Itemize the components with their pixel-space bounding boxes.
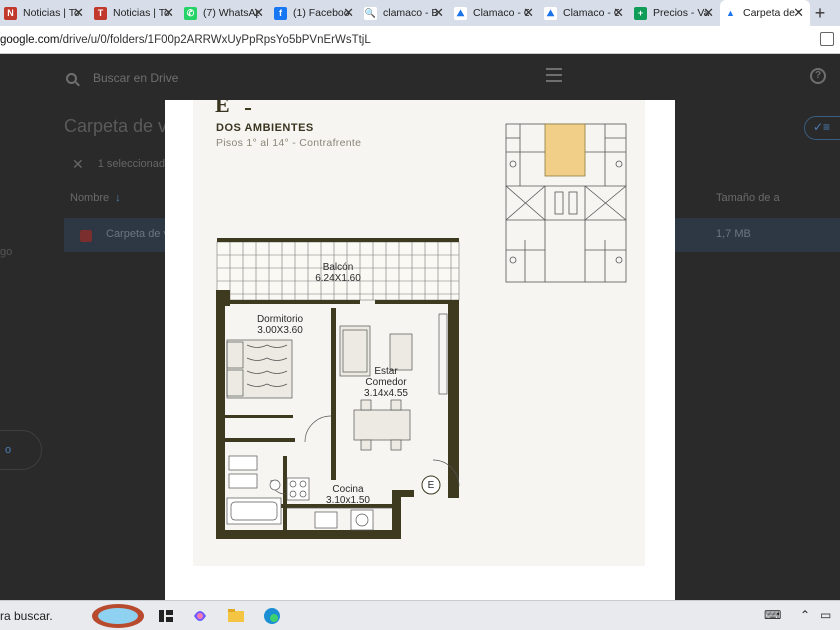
column-header-name[interactable]: Nombre ↓ bbox=[70, 192, 121, 204]
pdf-preview: E DOS AMBIENTES Pisos 1° al 14° - Contra… bbox=[165, 100, 675, 600]
search-highlight-icon[interactable] bbox=[90, 603, 146, 629]
chevron-up-icon[interactable]: ⌃ bbox=[800, 608, 810, 622]
browser-tab[interactable]: ⛰ Clamaco - C ✕ bbox=[540, 0, 630, 26]
close-tab-icon[interactable]: ✕ bbox=[613, 5, 624, 21]
bed bbox=[226, 339, 293, 399]
tab-favicon-icon: N bbox=[4, 6, 17, 20]
tab-favicon-icon: ⛰ bbox=[454, 6, 467, 20]
new-tab-button[interactable]: + bbox=[810, 0, 830, 26]
room-name-2: Comedor bbox=[365, 377, 407, 388]
tab-favicon-icon: ✆ bbox=[184, 6, 197, 20]
tab-favicon-icon: ▲ bbox=[724, 6, 737, 20]
room-name: Balcón bbox=[322, 262, 354, 273]
sidebar-fragment-button[interactable]: o bbox=[0, 430, 42, 470]
keyboard-icon[interactable]: ⌨ bbox=[764, 608, 781, 622]
tab-favicon-icon: f bbox=[274, 6, 287, 20]
close-tab-icon[interactable]: ✕ bbox=[703, 5, 714, 21]
browser-tab-strip: N Noticias | To ✕ T Noticias | To ✕ ✆ (7) Whats… bbox=[0, 0, 840, 26]
close-tab-icon[interactable]: ✕ bbox=[523, 5, 534, 21]
sort-arrow-icon[interactable]: ↓ bbox=[115, 192, 121, 204]
windows-taskbar: ra buscar. ⌨ ⌃ ▭ bbox=[0, 600, 840, 630]
close-tab-icon[interactable]: ✕ bbox=[343, 5, 354, 21]
tab-label: clamaco - Bu bbox=[383, 7, 439, 19]
column-name-label: Nombre bbox=[70, 192, 110, 204]
tab-label: (7) WhatsAp bbox=[203, 7, 259, 19]
browser-tab[interactable]: N Noticias | To ✕ bbox=[0, 0, 90, 26]
copilot-icon[interactable] bbox=[190, 606, 210, 626]
tab-favicon-icon: + bbox=[634, 6, 647, 20]
browser-tab[interactable]: 🔍 clamaco - Bu ✕ bbox=[360, 0, 450, 26]
browser-tab[interactable]: ⛰ Clamaco - C ✕ bbox=[450, 0, 540, 26]
browser-tab[interactable]: + Precios - Va ✕ bbox=[630, 0, 720, 26]
close-tab-icon[interactable]: ✕ bbox=[73, 5, 84, 21]
url-text[interactable]: google.com/drive/u/0/folders/1F00p2ARRWx… bbox=[0, 34, 371, 46]
tab-favicon-icon: T bbox=[94, 6, 107, 20]
room-name: Estar bbox=[374, 366, 398, 377]
browser-tab[interactable]: ✆ (7) WhatsAp ✕ bbox=[180, 0, 270, 26]
extension-icon[interactable] bbox=[820, 32, 834, 46]
tab-label: (1) Faceboo bbox=[293, 7, 349, 19]
drive-search-bar[interactable]: Buscar en Drive bbox=[52, 64, 572, 92]
edge-browser-icon[interactable] bbox=[262, 606, 282, 626]
tab-label: Noticias | To bbox=[23, 7, 79, 19]
browser-tab[interactable]: f (1) Faceboo ✕ bbox=[270, 0, 360, 26]
tab-favicon-icon: 🔍 bbox=[364, 6, 377, 20]
url-host: google.com bbox=[0, 33, 60, 46]
folder-title: Carpeta de v bbox=[64, 116, 168, 136]
address-bar[interactable]: google.com/drive/u/0/folders/1F00p2ARRWx… bbox=[0, 26, 840, 54]
clear-selection-icon[interactable]: ✕ bbox=[72, 156, 84, 173]
room-label-cocina: Cocina 3.10x1.50 bbox=[315, 484, 381, 506]
tab-label: Clamaco - C bbox=[473, 7, 529, 19]
selection-bar: ✕ 1 seleccionado bbox=[64, 152, 174, 176]
key-plan bbox=[505, 123, 627, 283]
sidebar-fragment-text: go bbox=[0, 246, 13, 258]
room-label-balcon: Balcón 6.24X1.60 bbox=[305, 262, 371, 284]
tab-label: Noticias | To bbox=[113, 7, 169, 19]
url-path: /drive/u/0/folders/1F00p2ARRWxUyPpRpsYo5… bbox=[59, 33, 371, 46]
close-tab-icon[interactable]: ✕ bbox=[163, 5, 174, 21]
file-explorer-icon[interactable] bbox=[226, 606, 246, 626]
close-tab-icon[interactable]: ✕ bbox=[793, 5, 804, 21]
task-view-icon[interactable] bbox=[156, 606, 176, 626]
close-tab-icon[interactable]: ✕ bbox=[433, 5, 444, 21]
pdf-file-icon bbox=[80, 230, 92, 242]
tab-label: Clamaco - C bbox=[563, 7, 619, 19]
selected-count: 1 seleccionado bbox=[97, 158, 172, 170]
bathroom-fixtures bbox=[226, 455, 282, 525]
unit-marker-label: E bbox=[427, 480, 435, 491]
tab-label: Carpeta de v bbox=[743, 7, 799, 19]
room-label-dormitorio: Dormitorio 3.00X3.60 bbox=[247, 314, 313, 336]
room-size: 6.24X1.60 bbox=[315, 273, 361, 284]
file-name[interactable]: Carpeta de v bbox=[106, 228, 169, 240]
view-toggle-button[interactable]: ✓≡ bbox=[804, 116, 840, 140]
tab-label: Precios - Va bbox=[653, 7, 709, 19]
browser-tab[interactable]: ▲ Carpeta de v ✕ bbox=[720, 0, 810, 26]
network-icon[interactable]: ▭ bbox=[820, 608, 831, 622]
browser-tab[interactable]: T Noticias | To ✕ bbox=[90, 0, 180, 26]
tab-favicon-icon: ⛰ bbox=[544, 6, 557, 20]
search-icon bbox=[66, 72, 77, 84]
room-name: Dormitorio bbox=[256, 314, 304, 325]
help-icon[interactable]: ? bbox=[810, 68, 826, 84]
room-size: 3.14x4.55 bbox=[364, 388, 408, 399]
floor-plan-drawing bbox=[216, 108, 627, 539]
room-label-estar: Estar Comedor 3.14x4.55 bbox=[351, 366, 421, 399]
room-size: 3.10x1.50 bbox=[326, 495, 370, 506]
search-placeholder: Buscar en Drive bbox=[93, 71, 179, 85]
column-header-size[interactable]: Tamaño de a bbox=[716, 192, 780, 204]
room-name: Cocina bbox=[332, 484, 364, 495]
search-options-icon[interactable] bbox=[546, 68, 562, 82]
file-size: 1,7 MB bbox=[716, 228, 751, 240]
taskbar-search-text[interactable]: ra buscar. bbox=[0, 609, 53, 623]
close-tab-icon[interactable]: ✕ bbox=[253, 5, 264, 21]
room-size: 3.00X3.60 bbox=[257, 325, 303, 336]
